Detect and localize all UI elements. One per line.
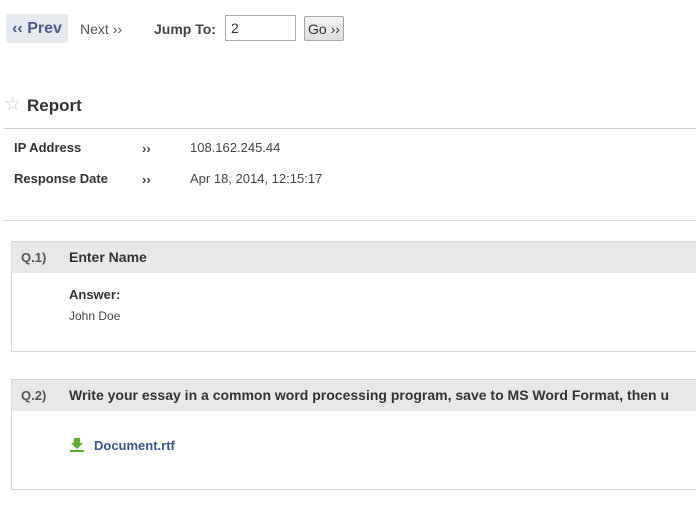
ip-address-separator: ›› <box>142 141 151 156</box>
question-number: Q.1) <box>21 250 47 265</box>
question-header: Q.1) Enter Name <box>12 242 696 273</box>
prev-button[interactable]: ‹‹ Prev <box>6 14 68 43</box>
response-date-separator: ›› <box>142 172 151 187</box>
response-date-value: Apr 18, 2014, 12:15:17 <box>190 171 323 186</box>
star-icon[interactable]: ☆ <box>4 95 21 115</box>
download-icon[interactable] <box>70 438 84 452</box>
ip-address-value: 108.162.245.44 <box>190 140 281 155</box>
file-download-link[interactable]: Document.rtf <box>94 438 175 453</box>
next-link[interactable]: Next ›› <box>80 21 122 37</box>
divider <box>4 128 696 129</box>
jump-to-label: Jump To: <box>154 21 216 37</box>
go-button[interactable]: Go ›› <box>304 16 344 41</box>
ip-address-label: IP Address <box>14 140 82 155</box>
divider <box>4 220 696 221</box>
question-number: Q.2) <box>21 388 47 403</box>
question-text: Write your essay in a common word proces… <box>69 387 670 403</box>
question-text: Enter Name <box>69 249 147 265</box>
response-date-label: Response Date <box>14 171 108 186</box>
jump-to-input[interactable] <box>225 15 296 41</box>
answer-value: John Doe <box>69 309 121 323</box>
question-header: Q.2) Write your essay in a common word p… <box>12 380 696 411</box>
report-title: Report <box>27 96 82 115</box>
answer-label: Answer: <box>69 287 121 302</box>
question-card-2: Q.2) Write your essay in a common word p… <box>11 379 696 490</box>
question-card-1: Q.1) Enter Name Answer: John Doe <box>11 241 696 352</box>
